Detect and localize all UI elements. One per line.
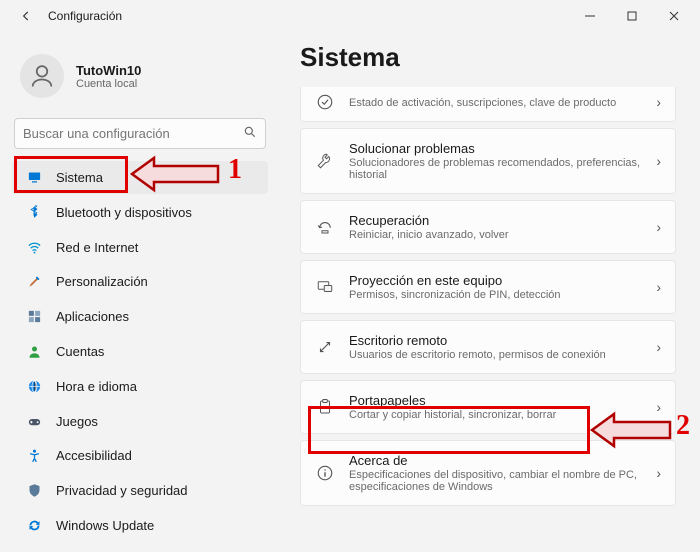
search-box[interactable] <box>14 118 266 149</box>
brush-icon <box>26 274 42 290</box>
sidebar-item-accesibilidad[interactable]: Accesibilidad <box>12 440 268 473</box>
sidebar-item-label: Red e Internet <box>56 240 138 255</box>
sidebar-item-label: Hora e idioma <box>56 379 137 394</box>
chevron-right-icon: › <box>656 94 661 110</box>
main-panel: Sistema Estado de activación, suscripcio… <box>280 32 700 552</box>
sidebar-item-label: Accesibilidad <box>56 448 132 463</box>
gaming-icon <box>26 413 42 429</box>
sidebar-item-sistema[interactable]: Sistema <box>12 161 268 194</box>
close-button[interactable] <box>656 4 692 28</box>
chevron-right-icon: › <box>656 279 661 295</box>
chevron-right-icon: › <box>656 399 661 415</box>
shield-icon <box>26 483 42 499</box>
card-sub: Cortar y copiar historial, sincronizar, … <box>349 409 642 421</box>
sidebar-item-label: Cuentas <box>56 344 104 359</box>
chevron-right-icon: › <box>656 339 661 355</box>
minimize-button[interactable] <box>572 4 608 28</box>
accessibility-icon <box>26 448 42 464</box>
avatar <box>20 54 64 98</box>
projection-icon <box>315 278 335 296</box>
sidebar-item-label: Windows Update <box>56 518 154 533</box>
person-icon <box>26 344 42 360</box>
sidebar-item-hora[interactable]: Hora e idioma <box>12 370 268 403</box>
sidebar-item-red[interactable]: Red e Internet <box>12 231 268 264</box>
card-sub: Usuarios de escritorio remoto, permisos … <box>349 349 642 361</box>
card-portapapeles[interactable]: Portapapeles Cortar y copiar historial, … <box>300 380 676 434</box>
card-sub: Solucionadores de problemas recomendados… <box>349 157 642 181</box>
sidebar-item-label: Aplicaciones <box>56 309 129 324</box>
profile-block[interactable]: TutoWin10 Cuenta local <box>12 36 268 116</box>
sidebar: TutoWin10 Cuenta local Sistema <box>0 32 280 552</box>
chevron-right-icon: › <box>656 153 661 169</box>
maximize-button[interactable] <box>614 4 650 28</box>
card-activacion[interactable]: Estado de activación, suscripciones, cla… <box>300 87 676 122</box>
profile-sub: Cuenta local <box>76 78 141 90</box>
card-solucionar[interactable]: Solucionar problemas Solucionadores de p… <box>300 128 676 194</box>
card-recuperacion[interactable]: Recuperación Reiniciar, inicio avanzado,… <box>300 200 676 254</box>
back-button[interactable] <box>16 6 36 26</box>
info-icon <box>315 464 335 482</box>
titlebar: Configuración <box>0 0 700 32</box>
card-proyeccion[interactable]: Proyección en este equipo Permisos, sinc… <box>300 260 676 314</box>
window-title: Configuración <box>48 9 122 23</box>
card-title: Proyección en este equipo <box>349 273 642 288</box>
card-title: Recuperación <box>349 213 642 228</box>
sidebar-item-label: Privacidad y seguridad <box>56 483 188 498</box>
card-sub: Especificaciones del dispositivo, cambia… <box>349 469 642 493</box>
display-icon <box>26 169 42 185</box>
sidebar-item-cuentas[interactable]: Cuentas <box>12 335 268 368</box>
recovery-icon <box>315 218 335 236</box>
card-title: Acerca de <box>349 453 642 468</box>
sidebar-item-windowsupdate[interactable]: Windows Update <box>12 509 268 542</box>
profile-name: TutoWin10 <box>76 63 141 78</box>
card-sub: Permisos, sincronización de PIN, detecci… <box>349 289 642 301</box>
sidebar-item-aplicaciones[interactable]: Aplicaciones <box>12 300 268 333</box>
troubleshoot-icon <box>315 152 335 170</box>
search-icon <box>243 125 257 142</box>
sidebar-item-label: Personalización <box>56 274 148 289</box>
clipboard-icon <box>315 398 335 416</box>
activation-icon <box>315 93 335 111</box>
apps-icon <box>26 309 42 325</box>
sidebar-item-label: Juegos <box>56 414 98 429</box>
sidebar-item-label: Sistema <box>56 170 103 185</box>
chevron-right-icon: › <box>656 465 661 481</box>
remote-desktop-icon <box>315 338 335 356</box>
update-icon <box>26 518 42 534</box>
card-title: Solucionar problemas <box>349 141 642 156</box>
sidebar-item-bluetooth[interactable]: Bluetooth y dispositivos <box>12 196 268 229</box>
sidebar-item-label: Bluetooth y dispositivos <box>56 205 192 220</box>
card-sub: Reiniciar, inicio avanzado, volver <box>349 229 642 241</box>
card-escritorio-remoto[interactable]: Escritorio remoto Usuarios de escritorio… <box>300 320 676 374</box>
sidebar-item-juegos[interactable]: Juegos <box>12 405 268 438</box>
sidebar-item-privacidad[interactable]: Privacidad y seguridad <box>12 474 268 507</box>
search-input[interactable] <box>23 126 243 141</box>
card-title: Escritorio remoto <box>349 333 642 348</box>
chevron-right-icon: › <box>656 219 661 235</box>
card-title: Portapapeles <box>349 393 642 408</box>
card-sub: Estado de activación, suscripciones, cla… <box>349 97 642 109</box>
sidebar-item-personalizacion[interactable]: Personalización <box>12 265 268 298</box>
wifi-icon <box>26 239 42 255</box>
card-acerca-de[interactable]: Acerca de Especificaciones del dispositi… <box>300 440 676 506</box>
globe-clock-icon <box>26 378 42 394</box>
bluetooth-icon <box>26 204 42 220</box>
page-title: Sistema <box>300 42 676 73</box>
